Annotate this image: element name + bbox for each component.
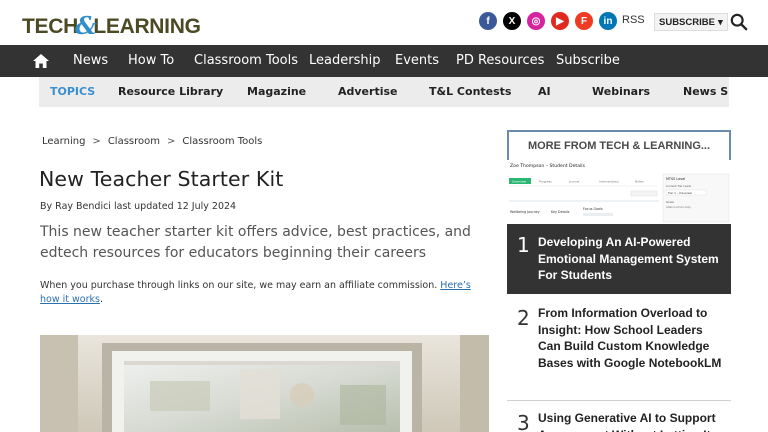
rss-link[interactable]: RSS <box>622 14 645 26</box>
x-icon[interactable]: X <box>503 12 521 30</box>
topic-magazine[interactable]: Magazine <box>247 85 306 98</box>
trending-title[interactable]: Using Generative AI to Support Assessmen… <box>538 410 724 432</box>
site-logo[interactable]: TECH&LEARNING <box>22 10 201 40</box>
breadcrumb: Learning > Classroom > Classroom Tools <box>42 136 262 147</box>
subscribe-dropdown[interactable]: SUBSCRIBE ▾ <box>654 13 728 31</box>
thumb-section-b: Key Details <box>551 210 570 214</box>
trending-rank: 1 <box>517 233 530 257</box>
trending-thumbnail[interactable]: Zoe Thompson – Student Details Overview … <box>507 160 731 224</box>
nav-item-events[interactable]: Events <box>395 53 439 68</box>
flipboard-icon[interactable]: F <box>575 12 593 30</box>
byline: By Ray Bendici last updated 12 July 2024 <box>40 201 236 212</box>
student-details-screenshot: Zoe Thompson – Student Details Overview … <box>507 160 731 224</box>
breadcrumb-separator: > <box>167 136 176 147</box>
affiliate-end: . <box>99 294 103 305</box>
nav-item-subscribe[interactable]: Subscribe <box>556 53 620 68</box>
thumb-section-c: Focus Goals <box>583 207 603 211</box>
nav-item-classroom-tools[interactable]: Classroom Tools <box>194 53 298 68</box>
thumb-tab-0: Overview <box>512 180 527 184</box>
thumb-tab-3: Interventions <box>599 180 619 184</box>
subscribe-label: SUBSCRIBE <box>659 16 715 28</box>
logo-ampersand: & <box>74 11 97 40</box>
article-standfirst: This new teacher starter kit offers advi… <box>40 224 471 261</box>
social-links: f X ◎ ▶ F in <box>479 12 617 30</box>
thumb-tab-4: Notes <box>635 180 644 184</box>
breadcrumb-classroom[interactable]: Classroom <box>108 136 160 147</box>
thumb-heading: Zoe Thompson – Student Details <box>510 163 586 169</box>
site-header: TECH&LEARNING f X ◎ ▶ F in RSS SUBSCRIBE… <box>0 0 768 45</box>
thumb-tab-1: Progress <box>539 180 552 184</box>
topics-bar: TOPICS Resource Library Magazine Adverti… <box>39 77 729 107</box>
breadcrumb-learning[interactable]: Learning <box>42 136 85 147</box>
main-nav: News How To Classroom Tools Leadership E… <box>0 45 768 77</box>
search-icon[interactable] <box>730 13 748 31</box>
topic-resource-library[interactable]: Resource Library <box>118 85 223 98</box>
linkedin-icon[interactable]: in <box>599 12 617 30</box>
more-from-title: MORE FROM TECH & LEARNING... <box>527 140 711 152</box>
updated-label: last updated <box>113 201 174 212</box>
thumb-section-a: Wellbeing Journey <box>510 210 540 214</box>
trending-item[interactable]: 1 Developing An AI-Powered Emotional Man… <box>507 224 731 294</box>
topic-advertise[interactable]: Advertise <box>338 85 397 98</box>
thumb-panel-line-0: Current Tier Level <box>666 184 691 188</box>
publish-date: 12 July 2024 <box>176 201 237 212</box>
byline-prefix: By <box>40 201 53 212</box>
thumb-panel-line-3: Attend school daily <box>666 205 691 209</box>
topic-webinars[interactable]: Webinars <box>592 85 650 98</box>
thumb-tab-2: Journal <box>568 180 580 184</box>
trending-title[interactable]: From Information Overload to Insight: Ho… <box>538 305 724 371</box>
affiliate-text: When you purchase through links on our s… <box>40 280 438 291</box>
logo-text-learning: LEARNING <box>93 15 201 38</box>
trending-item[interactable]: 3 Using Generative AI to Support Assessm… <box>507 404 731 432</box>
thumb-panel-title: MTSS Level <box>666 177 685 181</box>
youtube-icon[interactable]: ▶ <box>551 12 569 30</box>
hero-image <box>40 335 489 432</box>
trending-title[interactable]: Developing An AI-Powered Emotional Manag… <box>538 234 724 284</box>
nav-item-pd-resources[interactable]: PD Resources <box>456 53 544 68</box>
nav-item-leadership[interactable]: Leadership <box>309 53 380 68</box>
thumb-panel-line-1: Tier 1 - Universal <box>667 191 692 195</box>
thumb-panel-line-2: Goals <box>666 200 674 204</box>
topic-tl-contests[interactable]: T&L Contests <box>429 85 511 98</box>
chevron-down-icon: ▾ <box>717 16 723 28</box>
topic-ai[interactable]: AI <box>538 85 551 98</box>
breadcrumb-separator: > <box>92 136 101 147</box>
author-link[interactable]: Ray Bendici <box>55 201 111 212</box>
instagram-icon[interactable]: ◎ <box>527 12 545 30</box>
facebook-icon[interactable]: f <box>479 12 497 30</box>
hero-window-illustration <box>40 335 489 432</box>
nav-item-news[interactable]: News <box>73 53 108 68</box>
page-title: New Teacher Starter Kit <box>39 167 284 191</box>
topics-label: TOPICS <box>50 85 96 98</box>
trending-divider <box>507 400 731 401</box>
trending-rank: 3 <box>517 411 530 432</box>
home-icon[interactable] <box>33 54 49 68</box>
breadcrumb-classroom-tools[interactable]: Classroom Tools <box>182 136 262 147</box>
nav-item-how-to[interactable]: How To <box>128 53 174 68</box>
trending-rank: 2 <box>517 306 530 330</box>
affiliate-disclaimer: When you purchase through links on our s… <box>40 279 490 307</box>
more-from-header: MORE FROM TECH & LEARNING... <box>507 130 731 160</box>
logo-text-tech: TECH <box>22 15 78 38</box>
topic-news-sig[interactable]: News Sig <box>683 85 729 98</box>
trending-item[interactable]: 2 From Information Overload to Insight: … <box>507 300 731 396</box>
